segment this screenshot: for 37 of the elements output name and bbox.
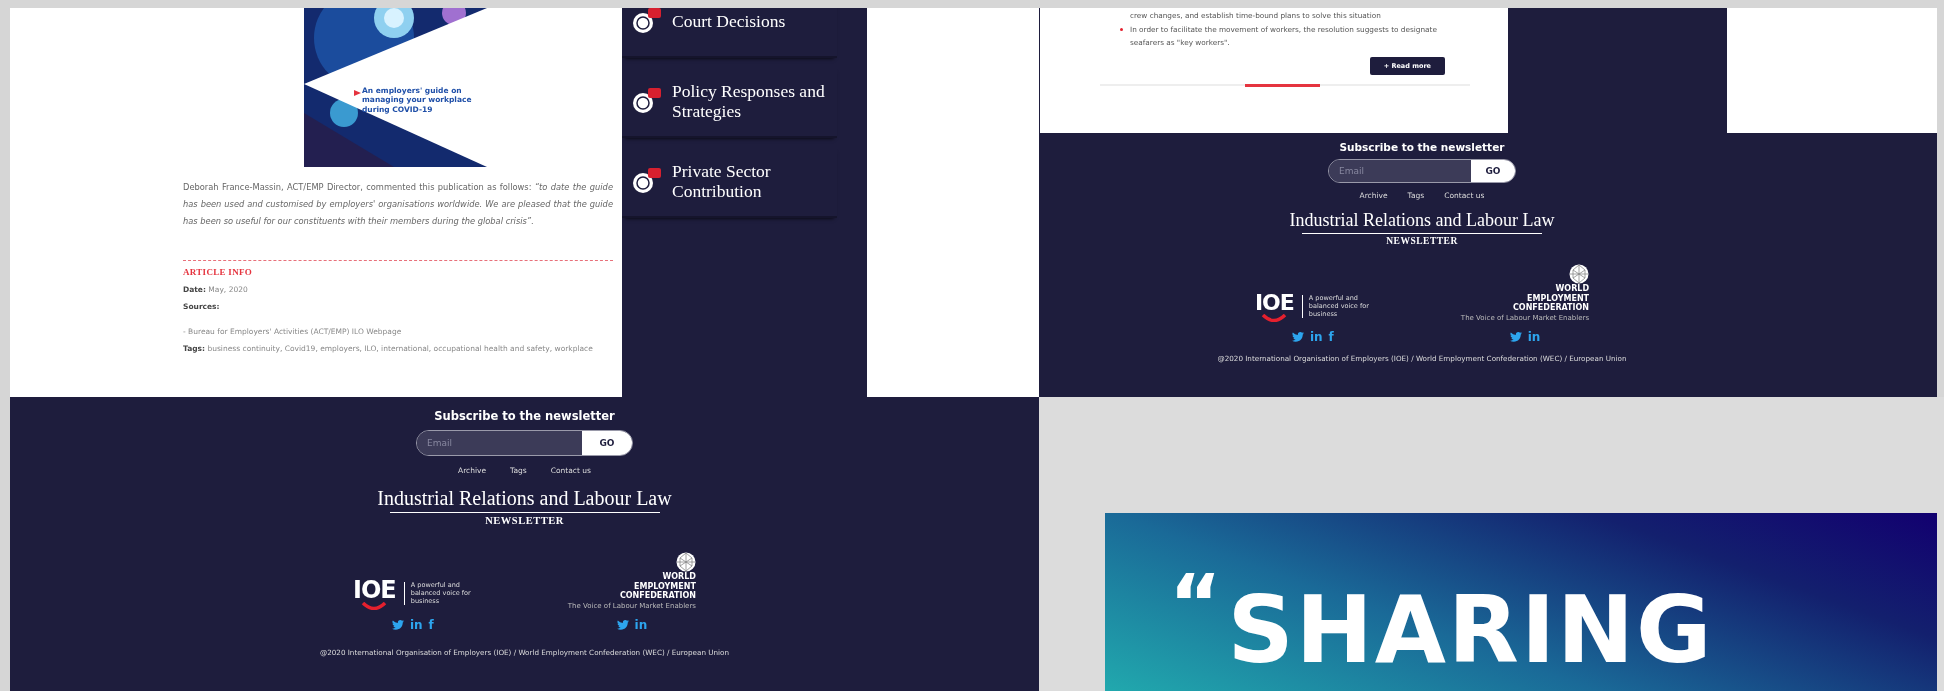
social-link[interactable]: in — [409, 617, 423, 632]
sidebar-item[interactable]: Policy Responses and Strategies — [672, 81, 827, 121]
twitter-icon[interactable] — [391, 619, 404, 630]
ioe-logo: IOE — [1254, 291, 1294, 314]
badge-circle-icon — [632, 88, 662, 114]
newsletter-heading: Subscribe to the newsletter — [434, 409, 615, 423]
newsletter-title: Industrial Relations and Labour Law — [377, 487, 672, 510]
email-field[interactable]: Email — [417, 431, 582, 455]
social-link[interactable]: in — [1309, 329, 1323, 344]
badge-circle-icon — [632, 168, 662, 194]
newsletter-title: Industrial Relations and Labour Law — [1289, 210, 1555, 231]
go-button[interactable]: GO — [1471, 160, 1515, 182]
twitter-icon[interactable] — [1291, 331, 1304, 342]
twitter-icon[interactable] — [1509, 331, 1522, 342]
smile-arc-icon — [1261, 313, 1288, 322]
social-link[interactable]: f — [1328, 329, 1334, 344]
quote-paragraph: Deborah France-Massin, ACT/EMP Director, commented this publication as follows: “to date the guide has been used and customised by employers' organisations worldwide. We are pleased that the guide has been so useful for our constituents with their members during the global crisis”. — [183, 181, 613, 228]
ioe-logo: IOE — [353, 577, 396, 602]
sidebar-item[interactable]: Court Decisions — [672, 11, 786, 31]
newsletter-subtitle: NEWSLETTER — [1386, 236, 1458, 246]
social-link[interactable]: in — [1527, 329, 1541, 344]
globe-icon — [675, 552, 696, 572]
newsletter-subtitle: NEWSLETTER — [485, 515, 564, 526]
smile-arc-icon — [361, 601, 388, 610]
twitter-icon[interactable] — [616, 619, 629, 630]
go-button[interactable]: GO — [582, 431, 632, 455]
wec-logo: WORLD EMPLOYMENT CONFEDERATION — [618, 572, 696, 601]
wec-logo: WORLD EMPLOYMENT CONFEDERATION — [1512, 284, 1590, 313]
section-heading: ARTICLE INFO — [183, 267, 254, 277]
sidebar-item[interactable]: Private Sector Contribution — [672, 161, 827, 201]
email-field[interactable]: Email — [1329, 160, 1471, 182]
social-link[interactable]: f — [428, 617, 434, 632]
social-link[interactable]: in — [634, 617, 648, 632]
newsletter-heading: Subscribe to the newsletter — [1339, 141, 1505, 153]
banner-headline: SHARING — [1227, 579, 1714, 683]
quote-mark: “ — [1169, 575, 1222, 635]
globe-icon — [1569, 264, 1590, 284]
